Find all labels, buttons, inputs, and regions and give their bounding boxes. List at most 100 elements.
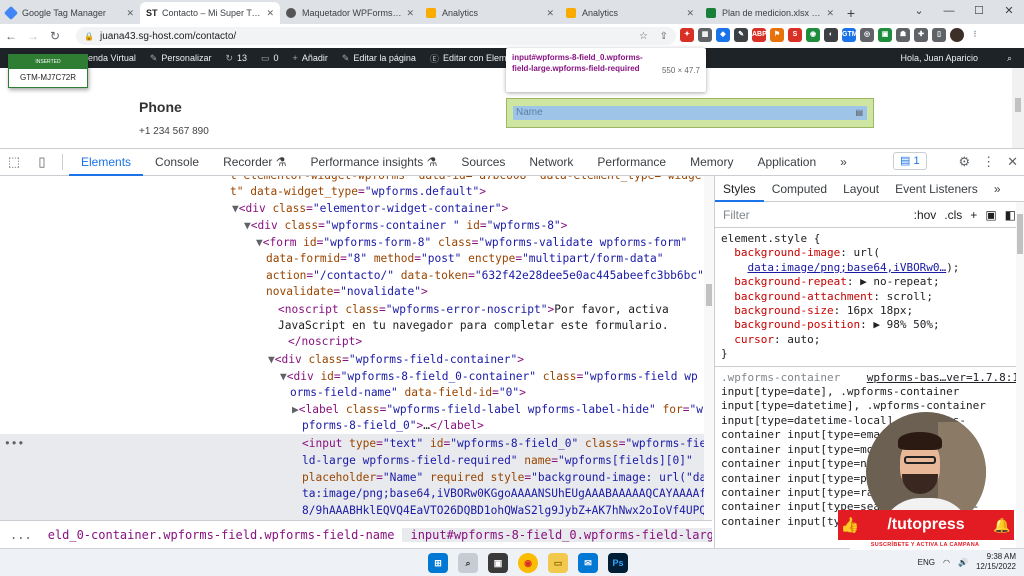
chrome-icon[interactable]: ◉ xyxy=(518,553,538,573)
extension-icon[interactable]: ◐ xyxy=(824,28,838,42)
autofill-icon[interactable]: ▤ xyxy=(855,106,863,120)
dom-line[interactable]: action="/contacto/" data-token="632f42e2… xyxy=(266,268,704,285)
close-devtools-icon[interactable]: ✕ xyxy=(1007,154,1018,170)
toggle-sidebar-icon[interactable]: ◧ xyxy=(1005,208,1016,222)
css-property[interactable]: background-attachment xyxy=(734,290,873,303)
dom-line[interactable]: ▼<div class="wpforms-container " id="wpf… xyxy=(244,218,567,235)
more-styles-tabs-button[interactable]: » xyxy=(986,176,1009,202)
css-value[interactable]: ▶ no-repeat; xyxy=(860,275,939,288)
minimize-icon[interactable]: — xyxy=(934,0,964,24)
close-icon[interactable]: ✕ xyxy=(826,8,834,19)
cls-toggle[interactable]: .cls xyxy=(944,208,962,222)
tab-performance[interactable]: Performance xyxy=(585,148,678,176)
extension-icon[interactable]: S xyxy=(788,28,802,42)
file-explorer-icon[interactable]: ▭ xyxy=(548,553,568,573)
extension-icon[interactable]: ABP xyxy=(752,28,767,42)
extension-icon[interactable]: ◆ xyxy=(716,28,730,42)
dom-line[interactable]: orms-field-name" data-field-id="0"> xyxy=(290,385,526,402)
mail-icon[interactable]: ✉ xyxy=(578,553,598,573)
reload-icon[interactable]: ↻ xyxy=(44,29,66,43)
puzzle-icon[interactable]: ✚ xyxy=(914,28,928,42)
wp-item-edit-page[interactable]: ✎ Editar la página xyxy=(342,53,416,64)
tab-analytics-1[interactable]: Analytics ✕ xyxy=(420,2,560,24)
dom-line[interactable]: 8/9hAAABHklEQVQ4EaVTO26DQBD1ohQWaS2lg9Jy… xyxy=(302,503,706,520)
lock-icon[interactable]: 🔒 xyxy=(84,32,94,41)
wp-item-updates[interactable]: ↻ 13 xyxy=(225,53,247,64)
tab-contacto[interactable]: ST Contacto – Mi Super Tienda ✕ xyxy=(140,2,280,24)
sidepanel-icon[interactable]: ▯ xyxy=(932,28,946,42)
close-icon[interactable]: ✕ xyxy=(686,8,694,19)
tab-console[interactable]: Console xyxy=(143,148,211,176)
tab-styles[interactable]: Styles xyxy=(715,176,764,202)
scroll-thumb[interactable] xyxy=(1017,214,1023,254)
language-indicator[interactable]: ENG xyxy=(918,558,935,567)
back-icon[interactable]: ← xyxy=(0,29,22,43)
tab-elements[interactable]: Elements xyxy=(69,148,144,176)
css-property[interactable]: cursor xyxy=(734,333,774,346)
wifi-icon[interactable]: ◠ xyxy=(943,558,950,567)
tab-sources[interactable]: Sources xyxy=(449,148,517,176)
dom-line[interactable]: ▼<div class="elementor-widget-container"… xyxy=(232,201,508,218)
avatar[interactable] xyxy=(950,28,964,42)
photoshop-icon[interactable]: Ps xyxy=(608,553,628,573)
wp-item-add[interactable]: + Añadir xyxy=(293,53,328,63)
extension-icon[interactable]: ◉ xyxy=(806,28,820,42)
dom-line[interactable]: ▼<div id="wpforms-8-field_0-container" c… xyxy=(280,369,698,386)
kebab-menu-icon[interactable]: ⋮ xyxy=(982,154,995,170)
tab-memory[interactable]: Memory xyxy=(678,148,745,176)
close-icon[interactable]: ✕ xyxy=(126,8,134,19)
extension-icon[interactable]: ▦ xyxy=(698,28,712,42)
tab-computed[interactable]: Computed xyxy=(764,176,835,202)
wp-item-edit-elementor[interactable]: Ⓔ Editar con Elem xyxy=(430,52,507,65)
rule-selector[interactable]: element.style { xyxy=(721,232,820,245)
breadcrumb-item-field-container[interactable]: eld_0-container.wpforms-field.wpforms-fi… xyxy=(40,528,403,542)
dom-line[interactable]: ▼<div class="wpforms-field-container"> xyxy=(268,352,524,369)
address-bar[interactable]: 🔒 juana43.sg-host.com/contacto/ ☆ ⇪ xyxy=(76,27,676,45)
device-toolbar-icon[interactable]: ▯ xyxy=(28,154,56,170)
css-value[interactable]: 16px 18px; xyxy=(847,304,913,317)
inspect-element-icon[interactable]: ⬚ xyxy=(0,154,28,170)
scroll-thumb[interactable] xyxy=(706,284,712,306)
css-property[interactable]: background-size xyxy=(734,304,833,317)
clock[interactable]: 9:38 AM 12/15/2022 xyxy=(976,552,1016,572)
bookmark-star-icon[interactable]: ☆ xyxy=(639,31,648,42)
close-icon[interactable]: ✕ xyxy=(406,8,414,19)
breadcrumb-item-input[interactable]: input#wpforms-8-field_0.wpforms-field-la… xyxy=(402,527,712,542)
node-actions-dots[interactable]: ••• xyxy=(4,436,24,453)
new-tab-button[interactable]: + xyxy=(840,5,862,21)
search-icon[interactable]: ⌕ xyxy=(1007,53,1012,64)
css-property[interactable]: background-position xyxy=(734,318,860,331)
dom-line[interactable]: </noscript> xyxy=(288,334,362,351)
styles-scrollbar[interactable] xyxy=(1016,202,1024,548)
gtm-extension-icon[interactable]: GTM xyxy=(842,28,858,42)
name-input[interactable]: Name ▤ xyxy=(513,106,867,120)
menu-icon[interactable]: ⋮ xyxy=(968,28,982,42)
css-value[interactable]: scroll; xyxy=(887,290,933,303)
tab-layout[interactable]: Layout xyxy=(835,176,887,202)
dom-line[interactable]: ld-large wpforms-field-required" name="w… xyxy=(302,453,693,470)
issues-badge[interactable]: ▤ 1 xyxy=(893,152,927,170)
forward-icon[interactable]: → xyxy=(22,29,44,43)
page-scrollbar[interactable] xyxy=(1012,68,1024,148)
extension-icon[interactable]: ⚑ xyxy=(770,28,784,42)
tab-event-listeners[interactable]: Event Listeners xyxy=(887,176,986,202)
close-window-icon[interactable]: ✕ xyxy=(994,0,1024,24)
paint-icon[interactable]: ▣ xyxy=(985,208,996,222)
tab-application[interactable]: Application xyxy=(745,148,828,176)
tab-search-icon[interactable]: ⌄ xyxy=(904,0,934,24)
tab-plan-de-medicion[interactable]: Plan de medicion.xlsx - Hoja ✕ xyxy=(700,2,840,24)
extension-icon[interactable]: ✎ xyxy=(734,28,748,42)
tab-recorder[interactable]: Recorder ⚗ xyxy=(211,148,298,176)
dom-line[interactable]: novalidate="novalidate"> xyxy=(266,284,428,301)
tab-analytics-2[interactable]: Analytics ✕ xyxy=(560,2,700,24)
tab-network[interactable]: Network xyxy=(517,148,585,176)
extension-icon[interactable]: ◎ xyxy=(860,28,874,42)
stylesheet-source-link[interactable]: wpforms-bas…ver=1.7.8:1 xyxy=(867,371,1019,384)
maximize-icon[interactable]: ☐ xyxy=(964,0,994,24)
dom-line[interactable]: ▼<form id="wpforms-form-8" class="wpform… xyxy=(256,235,687,252)
styles-filter-input[interactable]: Filter xyxy=(723,208,914,222)
extension-icon[interactable]: ▣ xyxy=(878,28,892,42)
site-name[interactable]: enda Virtual xyxy=(88,53,136,63)
wp-item-comments[interactable]: ▭ 0 xyxy=(261,53,279,64)
volume-icon[interactable]: 🔊 xyxy=(958,558,968,567)
